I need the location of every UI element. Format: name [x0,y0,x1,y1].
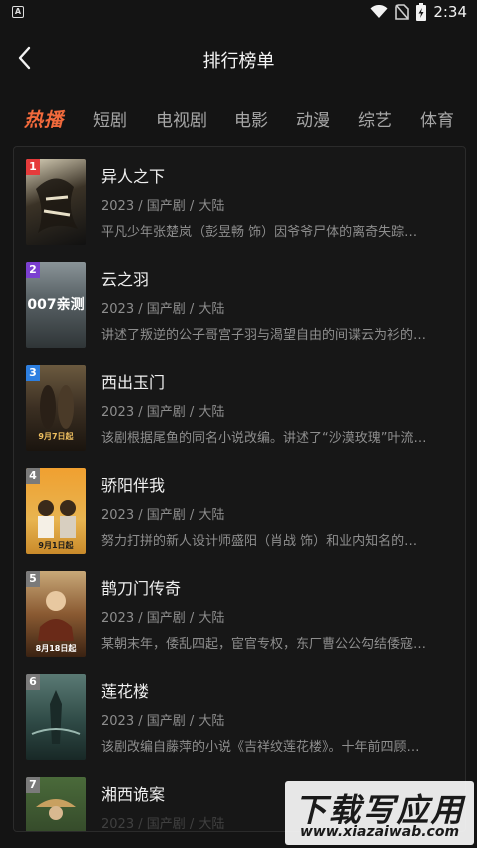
battery-charging-icon [416,3,427,21]
tab-hot[interactable]: 热播 [24,105,64,132]
item-meta: 2023 / 国产剧 / 大陆 [101,405,225,420]
item-description: 讲述了叛逆的公子哥宫子羽与渴望自由的间谍云为衫的… [101,328,427,343]
item-title: 西出玉门 [101,373,166,392]
poster-image: 9月1日起 4 [26,468,86,554]
rank-badge: 7 [26,777,40,793]
poster-image: 7 [26,777,86,831]
item-title: 云之羽 [101,270,150,289]
poster-overlay-text: 9月1日起 [38,541,74,550]
tab-tv-series[interactable]: 电视剧 [156,106,207,131]
watermark-url: www.xiazaiwab.com [299,824,460,840]
item-description: 该剧根据尾鱼的同名小说改编。讲述了“沙漠玫瑰”叶流… [101,431,427,446]
status-time: 2:34 [433,3,467,21]
item-description: 努力打拼的新人设计师盛阳（肖战 饰）和业内知名的… [101,534,418,549]
poster-image: 6 [26,674,86,760]
tab-movie[interactable]: 电影 [234,106,268,131]
tab-short-drama[interactable]: 短剧 [93,106,127,131]
item-title: 骄阳伴我 [101,476,166,495]
list-item[interactable]: 007亲测 2 云之羽 2023 / 国产剧 / 大陆 讲述了叛逆的公子哥宫子羽… [14,250,465,353]
tab-variety[interactable]: 综艺 [358,106,392,131]
item-title: 异人之下 [101,167,166,186]
item-meta: 2023 / 国产剧 / 大陆 [101,817,225,832]
list-item[interactable]: 9月7日起 3 西出玉门 2023 / 国产剧 / 大陆 该剧根据尾鱼的同名小说… [14,353,465,456]
rank-badge: 2 [26,262,40,278]
item-meta: 2023 / 国产剧 / 大陆 [101,302,225,317]
item-meta: 2023 / 国产剧 / 大陆 [101,508,225,523]
item-description: 该剧改编自藤萍的小说《吉祥纹莲花楼》。十年前四顾… [101,740,420,755]
item-title: 湘西诡案 [101,785,166,804]
list-item[interactable]: 1 异人之下 2023 / 国产剧 / 大陆 平凡少年张楚岚（彭昱畅 饰）因爷爷… [14,147,465,250]
poster-image: 8月18日起 5 [26,571,86,657]
ranking-list: 1 异人之下 2023 / 国产剧 / 大陆 平凡少年张楚岚（彭昱畅 饰）因爷爷… [13,146,466,832]
rank-badge: 4 [26,468,40,484]
site-watermark: 下载写应用 www.xiazaiwab.com [285,781,474,845]
poster-image: 9月7日起 3 [26,365,86,451]
page-title: 排行榜单 [202,51,275,72]
top-bar: 排行榜单 [0,30,477,86]
list-item[interactable]: 9月1日起 4 骄阳伴我 2023 / 国产剧 / 大陆 努力打拼的新人设计师盛… [14,456,465,559]
category-tabs: 热播 短剧 电视剧 电影 动漫 综艺 体育 [0,100,477,140]
list-item[interactable]: 8月18日起 5 鹊刀门传奇 2023 / 国产剧 / 大陆 某朝末年，倭乱四起… [14,559,465,662]
tab-anime[interactable]: 动漫 [296,106,330,131]
app-notification-icon: A [12,6,24,18]
rank-badge: 5 [26,571,40,587]
item-title: 莲花楼 [101,682,150,701]
item-title: 鹊刀门传奇 [101,579,182,598]
item-description: 某朝末年，倭乱四起，宦官专权，东厂曹公公勾结倭寇… [101,637,427,652]
rank-badge: 3 [26,365,40,381]
rank-badge: 1 [26,159,40,175]
poster-overlay-text: 9月7日起 [38,432,74,441]
rank-badge: 6 [26,674,40,690]
poster-overlay-text: 8月18日起 [35,644,77,653]
no-sim-icon [395,4,410,20]
status-bar: A 2:34 [0,0,477,26]
item-meta: 2023 / 国产剧 / 大陆 [101,714,225,729]
list-item[interactable]: 6 莲花楼 2023 / 国产剧 / 大陆 该剧改编自藤萍的小说《吉祥纹莲花楼》… [14,662,465,765]
poster-image: 1 [26,159,86,245]
item-description: 平凡少年张楚岚（彭昱畅 饰）因爷爷尸体的离奇失踪… [101,225,418,240]
item-meta: 2023 / 国产剧 / 大陆 [101,199,225,214]
poster-overlay-text: 007亲测 [27,297,85,313]
wifi-icon [370,5,388,18]
poster-image: 007亲测 2 [26,262,86,348]
item-meta: 2023 / 国产剧 / 大陆 [101,611,225,626]
tab-sports[interactable]: 体育 [420,106,454,131]
